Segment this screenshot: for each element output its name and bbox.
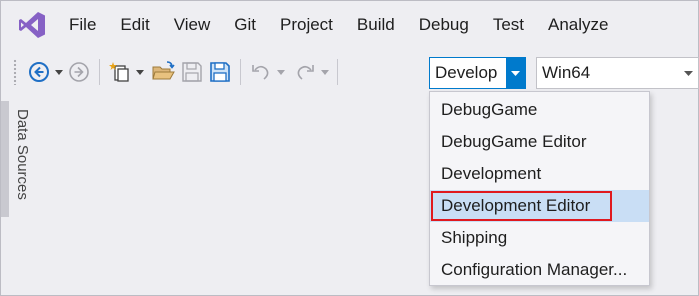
- navigate-forward-button[interactable]: [67, 60, 91, 84]
- redo-button[interactable]: [293, 60, 317, 84]
- menu-debug[interactable]: Debug: [407, 15, 481, 35]
- dropdown-item-debuggame-editor[interactable]: DebugGame Editor: [430, 126, 649, 158]
- dropdown-item-development[interactable]: Development: [430, 158, 649, 190]
- chevron-down-icon: [55, 69, 63, 75]
- new-project-dropdown[interactable]: [134, 60, 146, 84]
- menu-bar: File Edit View Git Project Build Debug T…: [1, 1, 698, 49]
- platform-dropdown-button[interactable]: [679, 58, 698, 88]
- solution-platform-combo[interactable]: Win64: [536, 57, 699, 89]
- menu-view[interactable]: View: [162, 15, 223, 35]
- navigate-back-button[interactable]: [27, 60, 51, 84]
- undo-dropdown[interactable]: [275, 60, 287, 84]
- visual-studio-logo-icon[interactable]: [17, 10, 47, 40]
- toolbar-grip-handle[interactable]: [13, 59, 17, 85]
- solution-configuration-combo[interactable]: Develop: [429, 57, 526, 89]
- menu-test[interactable]: Test: [481, 15, 536, 35]
- toolbar-separator: [337, 59, 338, 85]
- configuration-dropdown-list: DebugGame DebugGame Editor Development D…: [429, 91, 650, 286]
- new-project-icon: [109, 62, 129, 82]
- menu-analyze[interactable]: Analyze: [536, 15, 620, 35]
- forward-icon: [69, 62, 89, 82]
- chevron-down-icon: [136, 69, 144, 75]
- dropdown-item-shipping[interactable]: Shipping: [430, 222, 649, 254]
- dropdown-item-label: Development Editor: [441, 196, 591, 215]
- data-sources-tab[interactable]: Data Sources: [11, 109, 35, 219]
- open-folder-button[interactable]: [152, 60, 176, 84]
- menu-edit[interactable]: Edit: [108, 15, 161, 35]
- chevron-down-icon: [277, 69, 285, 75]
- save-all-icon: [210, 62, 230, 82]
- platform-value: Win64: [542, 63, 591, 82]
- data-sources-tab-label: Data Sources: [14, 109, 31, 200]
- undo-button[interactable]: [249, 60, 273, 84]
- open-folder-icon: [152, 61, 175, 80]
- configuration-value: Develop: [435, 63, 498, 82]
- save-all-button[interactable]: [208, 60, 232, 84]
- undo-icon: [252, 65, 269, 80]
- toolbar-separator: [240, 59, 241, 85]
- save-button[interactable]: [180, 60, 204, 84]
- toolbar-separator: [99, 59, 100, 85]
- redo-icon: [297, 65, 314, 80]
- chevron-down-icon: [321, 69, 329, 75]
- back-icon: [29, 62, 49, 82]
- redo-dropdown[interactable]: [319, 60, 331, 84]
- menu-file[interactable]: File: [65, 15, 108, 35]
- dropdown-item-configuration-manager[interactable]: Configuration Manager...: [430, 254, 649, 286]
- configuration-dropdown-button[interactable]: [506, 58, 525, 88]
- save-icon: [182, 62, 202, 82]
- navigate-back-dropdown[interactable]: [53, 60, 65, 84]
- chevron-down-icon: [511, 70, 520, 76]
- new-project-button[interactable]: [108, 60, 132, 84]
- dropdown-item-debuggame[interactable]: DebugGame: [430, 94, 649, 126]
- menu-project[interactable]: Project: [268, 15, 345, 35]
- chevron-down-icon: [684, 70, 693, 76]
- side-panel-strip: [1, 101, 9, 217]
- dropdown-item-development-editor[interactable]: Development Editor: [430, 190, 649, 222]
- menu-git[interactable]: Git: [222, 15, 268, 35]
- menu-build[interactable]: Build: [345, 15, 407, 35]
